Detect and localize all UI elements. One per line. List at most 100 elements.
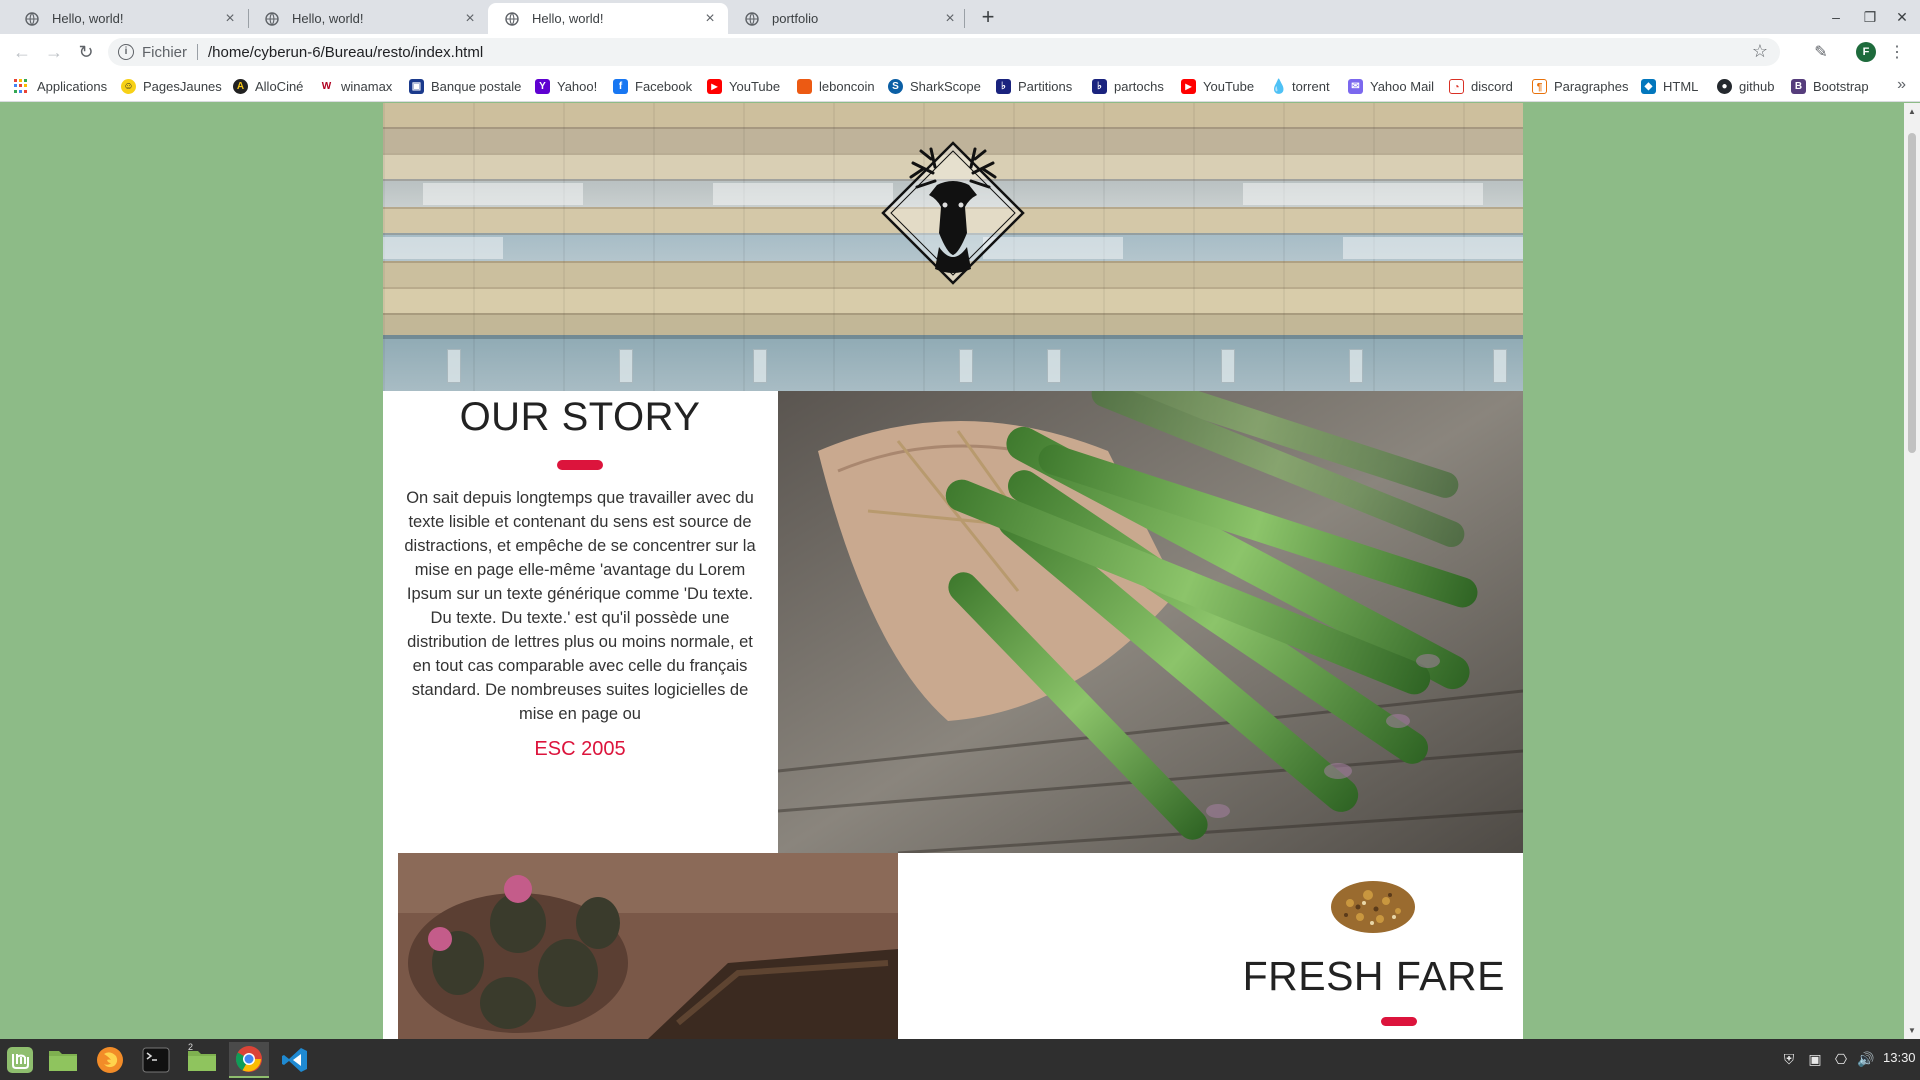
paragraphes-icon: ¶ (1532, 78, 1547, 94)
bookmark-label: SharkScope (910, 78, 981, 94)
github-icon: ● (1717, 78, 1732, 94)
firefox-icon[interactable] (90, 1042, 130, 1078)
globe-icon (24, 11, 40, 27)
allocine-icon: A (233, 78, 248, 94)
close-icon[interactable]: × (462, 10, 478, 27)
bookmark-sharkscope[interactable]: S SharkScope (888, 77, 981, 95)
bookmark-partitions[interactable]: ♭ Partitions (996, 77, 1072, 95)
extension-icon[interactable]: ✎ (1810, 42, 1832, 64)
bookmark-star-icon[interactable]: ☆ (1752, 41, 1768, 62)
forward-arrow-icon[interactable]: → (42, 40, 66, 64)
plank-line (383, 127, 1523, 129)
browser-tab[interactable]: portfolio × (728, 3, 968, 34)
bookmark-html[interactable]: ◆ HTML (1641, 77, 1698, 95)
bookmarks-bar: Applications ☺ PagesJaunes A AlloCiné Wwin… (0, 70, 1920, 102)
plank-bolt (753, 349, 767, 383)
tab-title: Hello, world! (52, 11, 124, 26)
clock[interactable]: 13:30 (1883, 1050, 1916, 1065)
scrollbar-thumb[interactable] (1908, 133, 1916, 453)
chrome-icon[interactable] (229, 1042, 269, 1078)
bookmark-label: winamax (341, 78, 393, 94)
tab-separator (964, 9, 965, 28)
address-scheme: Fichier (142, 43, 188, 61)
bookmark-label: Banque postale (431, 78, 522, 94)
plank-bolt (447, 349, 461, 383)
browser-tab[interactable]: Hello, world! × (8, 3, 248, 34)
bookmark-youtube[interactable]: ▶ YouTube (1181, 77, 1254, 95)
bookmark-pagesjaunes[interactable]: ☺ PagesJaunes (121, 77, 222, 95)
bootstrap-icon: B (1791, 78, 1806, 94)
our-story-body: On sait depuis longtemps que travailler … (404, 489, 756, 723)
bookmark-torrent[interactable]: 💧 torrent (1270, 77, 1330, 95)
page-scrollbar[interactable]: ▲ ▼ (1904, 103, 1920, 1039)
site-container: OUR STORY On sait depuis longtemps que t… (383, 103, 1523, 1039)
whitewash-patch (713, 183, 893, 205)
reload-icon[interactable]: ↻ (74, 40, 98, 64)
network-icon[interactable]: ⎔ (1832, 1050, 1850, 1068)
new-tab-button[interactable]: + (976, 5, 1000, 29)
bookmark-label: Facebook (635, 78, 693, 94)
vscode-icon[interactable] (275, 1042, 315, 1078)
files-icon[interactable] (43, 1042, 83, 1078)
bookmark-yahoo-mail[interactable]: ✉ Yahoo Mail (1348, 77, 1434, 95)
terminal-icon[interactable] (136, 1042, 176, 1078)
torrent-icon: 💧 (1270, 77, 1288, 94)
window-list-icon[interactable]: ▣ (1806, 1050, 1824, 1068)
bookmark-label: AlloCiné (255, 78, 304, 94)
partitions-icon: ♭ (996, 78, 1011, 94)
files-icon[interactable]: 2 (182, 1042, 222, 1078)
volume-icon[interactable]: 🔊 (1857, 1050, 1875, 1068)
address-bar[interactable]: i Fichier /home/cyberun-6/Bureau/resto/i… (108, 38, 1780, 66)
menu-kebab-icon[interactable]: ⋮ (1886, 42, 1908, 64)
bookmark-paragraphes[interactable]: ¶ Paragraphes (1532, 77, 1628, 95)
stag-logo[interactable] (873, 137, 1033, 287)
bookmark-partochs[interactable]: ♭ partochs (1092, 77, 1164, 95)
bookmark-allocine[interactable]: A AlloCiné (233, 77, 303, 95)
bookmark-label: Paragraphes (1554, 78, 1629, 94)
bookmark-label: Applications (37, 78, 108, 94)
mint-menu-icon[interactable] (0, 1042, 40, 1078)
chevron-right-double-icon[interactable]: » (1897, 76, 1906, 94)
back-arrow-icon[interactable]: ← (10, 40, 34, 64)
window-close-icon[interactable]: ✕ (1889, 6, 1915, 28)
profile-avatar[interactable]: F (1856, 42, 1876, 62)
plank-bolt (1493, 349, 1507, 383)
bookmark-yahoo[interactable]: Y Yahoo! (535, 77, 597, 95)
scroll-down-icon[interactable]: ▼ (1908, 1026, 1916, 1035)
address-separator (197, 44, 199, 60)
bookmark-label: Partitions (1018, 78, 1073, 94)
plank-bolt (619, 349, 633, 383)
bookmark-applications[interactable]: Applications (14, 77, 107, 95)
minimize-icon[interactable]: – (1823, 6, 1849, 28)
bookmark-leboncoin[interactable]: leboncoin (797, 77, 875, 95)
page-viewport: OUR STORY On sait depuis longtemps que t… (0, 103, 1902, 1039)
tea-photo (398, 853, 898, 1039)
bookmark-github[interactable]: ● github (1717, 77, 1774, 95)
bookmark-discord[interactable]: ◔ discord (1449, 77, 1513, 95)
address-url[interactable]: /home/cyberun-6/Bureau/resto/index.html (208, 44, 483, 61)
bookmark-label: leboncoin (819, 78, 875, 94)
close-icon[interactable]: × (702, 10, 718, 27)
our-story-section: OUR STORY On sait depuis longtemps que t… (383, 391, 777, 853)
scroll-up-icon[interactable]: ▲ (1908, 107, 1916, 116)
globe-icon (744, 11, 760, 27)
apps-grid-icon (14, 78, 29, 94)
browser-tab-active[interactable]: Hello, world! × (488, 3, 728, 34)
bookmark-youtube[interactable]: ▶ YouTube (707, 77, 780, 95)
bookmark-facebook[interactable]: f Facebook (613, 77, 692, 95)
established-label: ESC 2005 (534, 738, 626, 760)
close-icon[interactable]: × (942, 10, 958, 27)
browser-tab[interactable]: Hello, world! × (248, 3, 488, 34)
close-icon[interactable]: × (222, 10, 238, 27)
bookmark-banque-postale[interactable]: ▣ Banque postale (409, 77, 521, 95)
discord-icon: ◔ (1449, 78, 1464, 94)
bookmark-winamax[interactable]: Wwinamax (319, 77, 392, 95)
yahoo-mail-icon: ✉ (1348, 78, 1363, 94)
info-icon[interactable]: i (118, 44, 134, 60)
bookmark-label: partochs (1114, 78, 1164, 94)
tab-title: Hello, world! (532, 11, 604, 26)
bookmark-label: github (1739, 78, 1775, 94)
bookmark-bootstrap[interactable]: B Bootstrap (1791, 77, 1869, 95)
shield-icon[interactable]: ⛨ (1780, 1050, 1798, 1068)
restore-icon[interactable]: ❐ (1857, 6, 1883, 28)
